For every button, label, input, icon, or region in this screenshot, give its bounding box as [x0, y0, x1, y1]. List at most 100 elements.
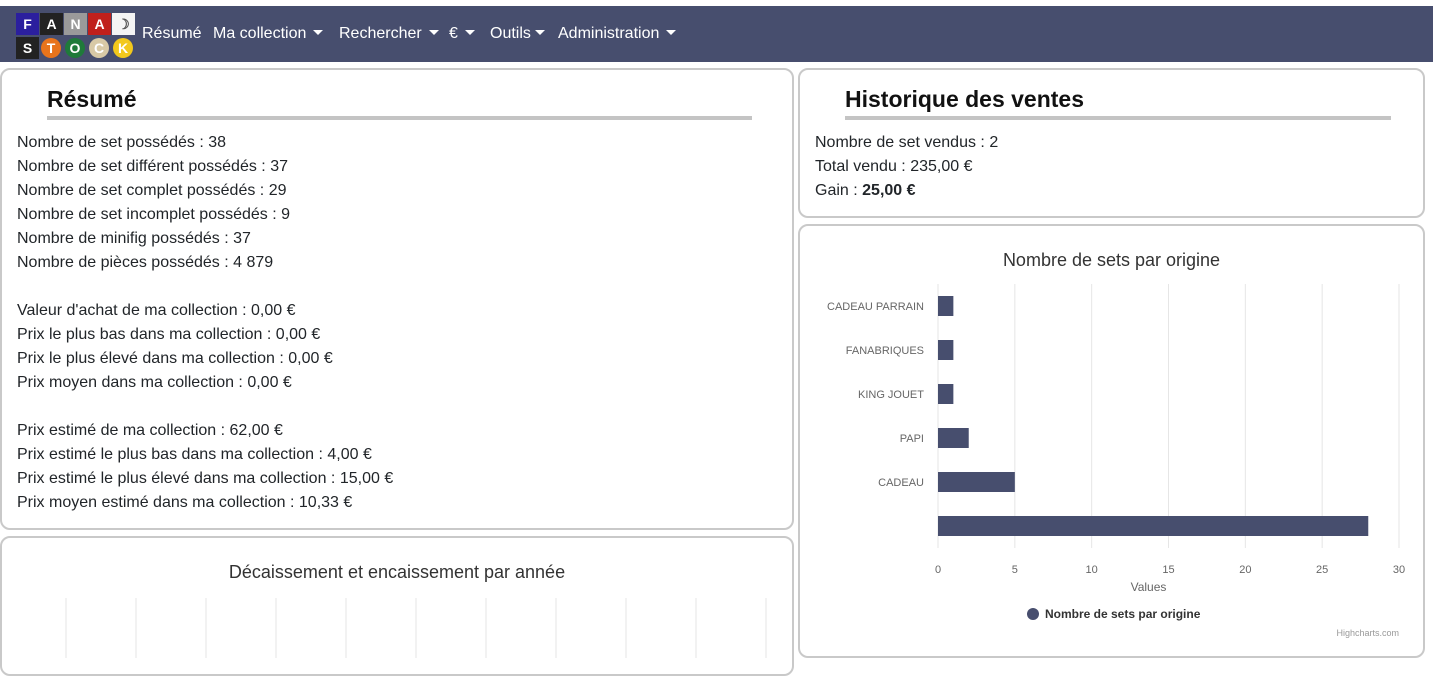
stat-separator: : [219, 254, 234, 271]
sales-card: Historique des ventes Nombre de set vend… [798, 68, 1425, 218]
stat-value: 25,00 € [862, 182, 916, 199]
sales-line: Total vendu : 235,00 € [815, 155, 972, 179]
stat-separator: : [285, 494, 299, 511]
stat-value: 15,00 € [339, 470, 394, 487]
nav-resume[interactable]: Résumé [142, 6, 202, 62]
stat-separator: : [233, 374, 248, 391]
nav-rechercher[interactable]: Rechercher [339, 6, 439, 62]
logo-letter: O [65, 38, 85, 58]
summary-card: Résumé Nombre de set possédés : 38 Nombre… [0, 68, 794, 530]
summary-line: Nombre de minifig possédés : 37 [17, 227, 251, 251]
summary-line: Prix estimé le plus bas dans ma collecti… [17, 443, 372, 467]
summary-line: Prix le plus élevé dans ma collection : … [17, 347, 333, 371]
stat-value: 235,00 € [910, 158, 973, 175]
bar [938, 296, 954, 316]
stat-label: Nombre de minifig possédés [17, 230, 220, 247]
logo-letter: N [64, 13, 87, 35]
stat-label: Prix estimé le plus bas dans ma collecti… [17, 446, 315, 463]
bar [938, 428, 969, 448]
bar [938, 384, 954, 404]
tick-label: 5 [1012, 564, 1018, 576]
stat-label: Prix estimé le plus élevé dans ma collec… [17, 470, 327, 487]
stat-value: 4 879 [233, 254, 274, 271]
summary-line: Nombre de set incomplet possédés : 9 [17, 203, 290, 227]
stat-value: 0,00 € [288, 350, 333, 367]
stat-label: Nombre de set différent possédés [17, 158, 257, 175]
stat-label: Prix estimé de ma collection [17, 422, 217, 439]
stat-separator: : [267, 206, 282, 223]
summary-line: Nombre de set possédés : 38 [17, 131, 226, 155]
caret-down-icon [534, 30, 545, 35]
summary-line: Nombre de pièces possédés : 4 879 [17, 251, 273, 275]
caret-down-icon [666, 30, 677, 35]
nav-outils[interactable]: Outils [490, 6, 545, 62]
stat-label: Valeur d'achat de ma collection [17, 302, 238, 319]
tick-label: 15 [1162, 564, 1174, 576]
tick-label: 0 [935, 564, 941, 576]
bar [938, 472, 1015, 492]
stat-label: Nombre de pièces possédés [17, 254, 220, 271]
stat-label: Nombre de set complet possédés [17, 182, 256, 199]
sales-line: Nombre de set vendus : 2 [815, 131, 998, 155]
summary-line: Valeur d'achat de ma collection : 0,00 € [17, 299, 296, 323]
caret-down-icon [464, 30, 475, 35]
bar [938, 516, 1369, 536]
logo-letter: A [40, 13, 63, 35]
chart-credit: Highcharts.com [1336, 628, 1399, 638]
tick-label: 30 [1393, 564, 1405, 576]
stat-separator: : [975, 134, 990, 151]
stat-separator: : [314, 446, 328, 463]
stat-value: 2 [989, 134, 999, 151]
stat-value: 29 [268, 182, 287, 199]
category-label: FANABRIQUES [846, 345, 924, 357]
nav-euro[interactable]: € [449, 6, 475, 62]
stat-separator: : [896, 158, 911, 175]
summary-line: Nombre de set différent possédés : 37 [17, 155, 288, 179]
tick-label: 25 [1316, 564, 1328, 576]
summary-line: Prix le plus bas dans ma collection : 0,… [17, 323, 320, 347]
stat-label: Prix le plus élevé dans ma collection [17, 350, 275, 367]
nav-ma-collection[interactable]: Ma collection [213, 6, 324, 62]
logo-letter: T [41, 38, 61, 58]
nav-ma-collection-label: Ma collection [213, 25, 307, 42]
logo-letter: K [113, 38, 133, 58]
stat-label: Prix moyen estimé dans ma collection [17, 494, 286, 511]
fanastock-logo[interactable]: F A N A ☽ S T O C K [16, 12, 135, 59]
legend-marker [1027, 608, 1039, 620]
x-axis-title: Values [1131, 580, 1167, 594]
summary-line: Prix estimé le plus élevé dans ma collec… [17, 467, 393, 491]
origin-bar-chart: CADEAU PARRAIN FANABRIQUES KING JOUET PAPI C… [827, 284, 1405, 638]
stat-value: 0,00 € [251, 302, 296, 319]
caret-down-icon [313, 30, 324, 35]
summary-title: Résumé [47, 86, 137, 112]
nav-administration-label: Administration [558, 25, 660, 42]
stat-separator: : [216, 422, 230, 439]
stat-label: Total vendu [815, 158, 897, 175]
category-label: PAPI [900, 433, 924, 445]
stat-value: 37 [270, 158, 288, 175]
sales-title: Historique des ventes [845, 86, 1085, 112]
stat-separator: : [194, 134, 209, 151]
summary-line: Prix estimé de ma collection : 62,00 € [17, 419, 283, 443]
summary-line: Nombre de set complet possédés : 29 [17, 179, 286, 203]
nav-euro-label: € [449, 25, 458, 42]
title-divider [845, 116, 1391, 120]
stat-label: Nombre de set possédés [17, 134, 195, 151]
stat-separator: : [262, 326, 276, 343]
nav-administration[interactable]: Administration [558, 6, 677, 62]
stat-label: Prix moyen dans ma collection [17, 374, 234, 391]
tick-label: 10 [1086, 564, 1098, 576]
origin-chart-card: Nombre de sets par origine CADEAU PARRAI… [798, 224, 1425, 658]
sales-line: Gain : 25,00 € [815, 179, 916, 203]
stat-value: 0,00 € [247, 374, 292, 391]
stat-value: 9 [281, 206, 291, 223]
nav-resume-label: Résumé [142, 25, 202, 42]
summary-line: Prix moyen dans ma collection : 0,00 € [17, 371, 292, 395]
navbar: F A N A ☽ S T O C K Résumé Ma collection… [0, 6, 1433, 62]
stat-separator: : [219, 230, 234, 247]
logo-letter: C [89, 38, 109, 58]
stat-value: 37 [233, 230, 251, 247]
stat-separator: : [237, 302, 252, 319]
logo-letter: S [16, 37, 39, 59]
moon-icon: ☽ [112, 13, 135, 35]
